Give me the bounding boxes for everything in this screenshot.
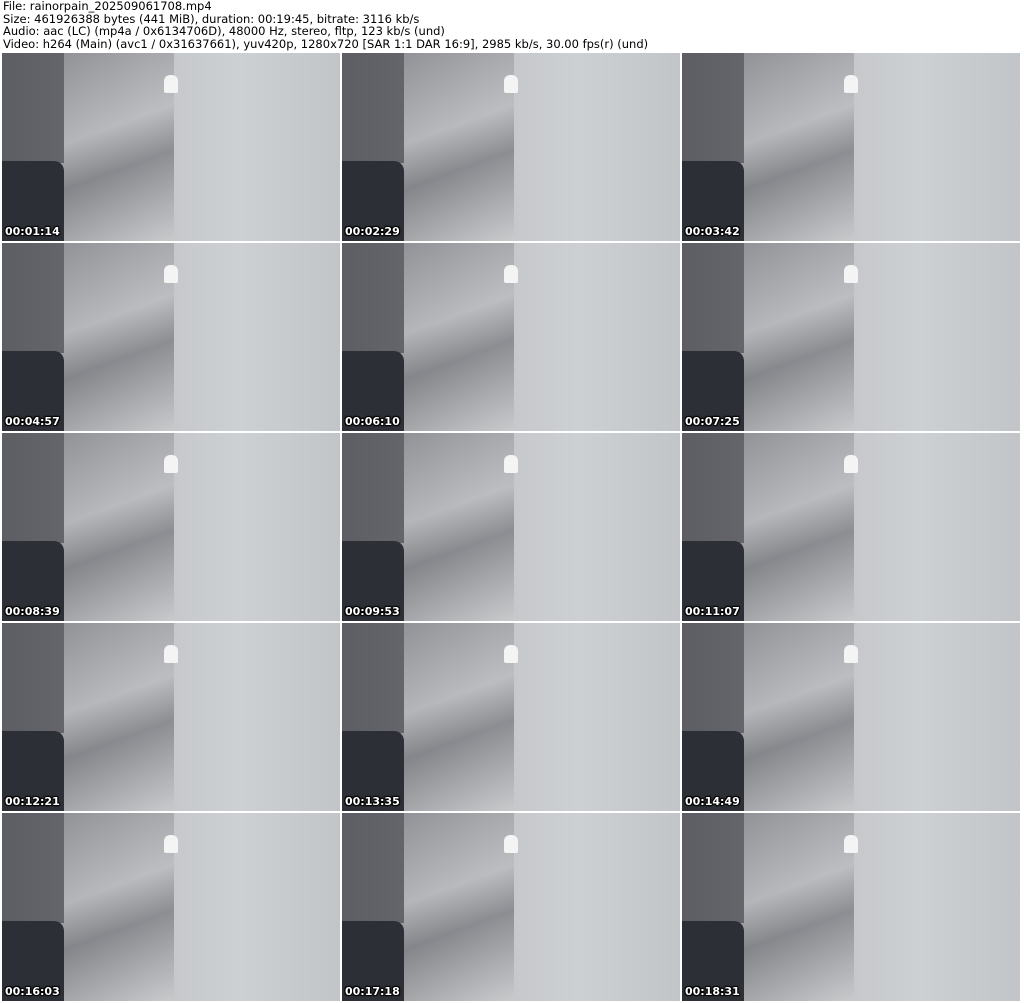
tip-menu-overlay (682, 433, 744, 543)
video-thumbnail: 00:06:10 (342, 243, 680, 431)
video-thumbnail: 00:02:29 (342, 53, 680, 241)
marble-wall (744, 623, 854, 811)
tip-menu-overlay (2, 623, 64, 733)
lamp-icon (844, 645, 858, 663)
tip-menu-overlay (682, 243, 744, 353)
marble-wall (404, 53, 514, 241)
timestamp: 00:14:49 (685, 795, 740, 808)
timestamp: 00:11:07 (685, 605, 740, 618)
tip-menu-overlay (2, 813, 64, 923)
video-thumbnail: 00:08:39 (2, 433, 340, 621)
lamp-icon (504, 455, 518, 473)
video-thumbnail: 00:13:35 (342, 623, 680, 811)
lamp-icon (504, 835, 518, 853)
timestamp: 00:04:57 (5, 415, 60, 428)
marble-wall (404, 433, 514, 621)
lamp-icon (164, 835, 178, 853)
video-thumbnail: 00:11:07 (682, 433, 1020, 621)
timestamp: 00:08:39 (5, 605, 60, 618)
lamp-icon (504, 75, 518, 93)
tip-menu-overlay (2, 433, 64, 543)
marble-wall (64, 433, 174, 621)
lamp-icon (164, 265, 178, 283)
marble-wall (744, 53, 854, 241)
file-info-header: File: rainorpain_202509061708.mp4 Size: … (3, 0, 648, 50)
timestamp: 00:06:10 (345, 415, 400, 428)
video-thumbnail: 00:04:57 (2, 243, 340, 431)
tip-menu-overlay (342, 53, 404, 163)
lamp-icon (504, 265, 518, 283)
video-thumbnail: 00:16:03 (2, 813, 340, 1001)
lamp-icon (844, 265, 858, 283)
marble-wall (404, 813, 514, 1001)
tip-menu-overlay (682, 53, 744, 163)
video-thumbnail: 00:18:31 (682, 813, 1020, 1001)
timestamp: 00:09:53 (345, 605, 400, 618)
marble-wall (404, 243, 514, 431)
marble-wall (64, 53, 174, 241)
video-thumbnail: 00:14:49 (682, 623, 1020, 811)
file-name: File: rainorpain_202509061708.mp4 (3, 0, 212, 13)
marble-wall (64, 243, 174, 431)
video-thumbnail: 00:09:53 (342, 433, 680, 621)
timestamp: 00:17:18 (345, 985, 400, 998)
timestamp: 00:03:42 (685, 225, 740, 238)
video-thumbnail: 00:07:25 (682, 243, 1020, 431)
tip-menu-overlay (2, 53, 64, 163)
video-thumbnail: 00:03:42 (682, 53, 1020, 241)
video-thumbnail: 00:01:14 (2, 53, 340, 241)
tip-menu-overlay (682, 813, 744, 923)
marble-wall (64, 813, 174, 1001)
lamp-icon (164, 645, 178, 663)
tip-menu-overlay (342, 623, 404, 733)
tip-menu-overlay (342, 243, 404, 353)
tip-menu-overlay (342, 813, 404, 923)
tip-menu-overlay (342, 433, 404, 543)
lamp-icon (164, 75, 178, 93)
timestamp: 00:02:29 (345, 225, 400, 238)
tip-menu-overlay (2, 243, 64, 353)
tip-menu-overlay (682, 623, 744, 733)
timestamp: 00:13:35 (345, 795, 400, 808)
video-info: Video: h264 (Main) (avc1 / 0x31637661), … (3, 36, 649, 51)
video-thumbnail: 00:12:21 (2, 623, 340, 811)
marble-wall (744, 433, 854, 621)
lamp-icon (844, 75, 858, 93)
timestamp: 00:12:21 (5, 795, 60, 808)
marble-wall (744, 813, 854, 1001)
thumbnail-grid: 00:01:14 00:02:29 00:03:42 00:04:57 00:06:10… (2, 53, 1020, 1001)
lamp-icon (844, 835, 858, 853)
marble-wall (744, 243, 854, 431)
timestamp: 00:07:25 (685, 415, 740, 428)
marble-wall (404, 623, 514, 811)
timestamp: 00:01:14 (5, 225, 60, 238)
timestamp: 00:16:03 (5, 985, 60, 998)
timestamp: 00:18:31 (685, 985, 740, 998)
lamp-icon (504, 645, 518, 663)
lamp-icon (844, 455, 858, 473)
video-thumbnail: 00:17:18 (342, 813, 680, 1001)
lamp-icon (164, 455, 178, 473)
marble-wall (64, 623, 174, 811)
audio-info: Audio: aac (LC) (mp4a / 0x6134706D), 480… (3, 24, 445, 38)
